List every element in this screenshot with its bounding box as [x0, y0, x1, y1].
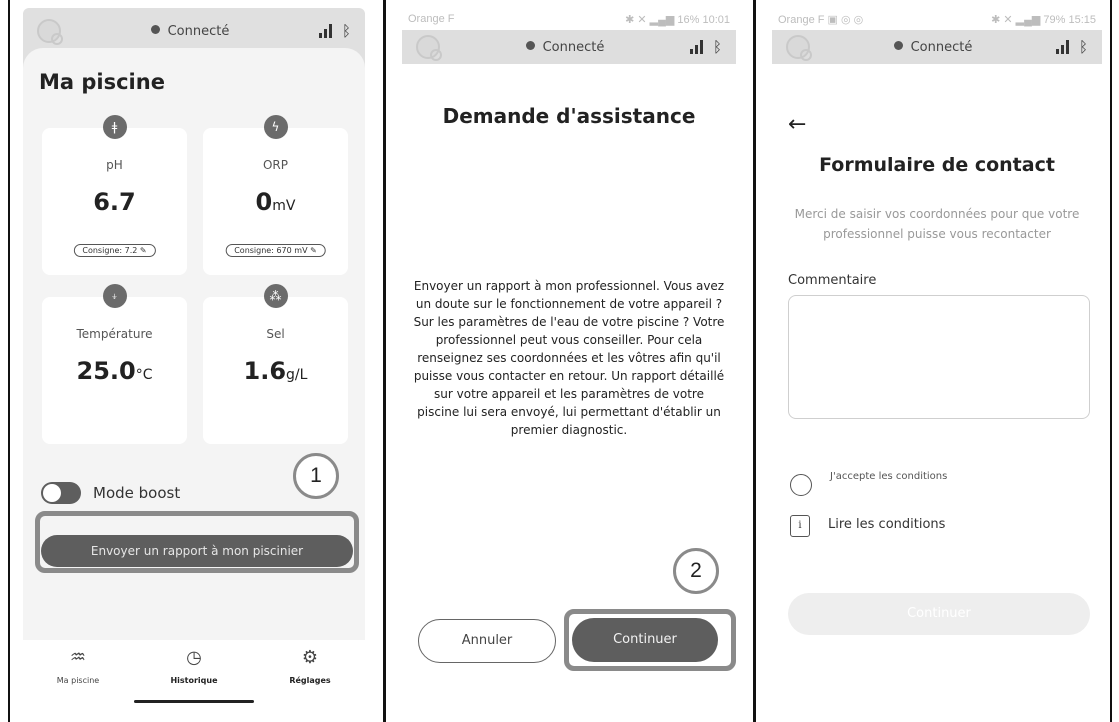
metric-unit: g/L: [286, 367, 308, 383]
bluetooth-icon: ᛒ: [341, 22, 351, 40]
continue-button[interactable]: Continuer: [788, 593, 1090, 635]
battery-time: ✱ ✕ ▂▄▆ 79% 15:15: [991, 13, 1096, 26]
thermometer-probe-icon: ǂ: [102, 115, 127, 139]
signal-icon: [689, 40, 703, 54]
setpoint-label: Consigne: 670 mV: [234, 246, 308, 255]
tab-label: Ma piscine: [56, 676, 100, 685]
home-indicator[interactable]: [134, 700, 254, 703]
thermometer-icon: ⍖: [102, 284, 127, 308]
metric-unit: °C: [135, 367, 153, 383]
page-subtitle: Merci de saisir vos coordonnées pour que…: [794, 207, 1080, 241]
send-report-button[interactable]: Envoyer un rapport à mon piscinier: [41, 535, 353, 567]
metric-value: 1.6g/L: [203, 357, 348, 385]
os-status-bar: Orange F ▣ ◎ ◎ ✱ ✕ ▂▄▆ 79% 15:15: [772, 8, 1102, 30]
notification-icons: ▣ ◎ ◎: [827, 13, 864, 26]
page-title: Formulaire de contact: [819, 154, 1055, 176]
metric-number: 1.6: [243, 357, 287, 385]
connection-status: Connecté: [61, 24, 319, 39]
status-icons: ✱ ✕ ▂▄▆: [625, 13, 678, 26]
carrier-label: Orange F: [408, 13, 455, 25]
metric-number: 6.7: [93, 188, 136, 216]
tab-label: Réglages: [289, 676, 331, 685]
connection-status: Connecté: [440, 40, 690, 55]
callout-badge-2: 2: [673, 548, 719, 594]
app-logo-icon: [37, 19, 63, 45]
connection-label: Connecté: [542, 39, 605, 55]
battery-time-label: 79% 15:15: [1043, 13, 1096, 26]
connected-dot-icon: [150, 24, 160, 34]
page-title: Ma piscine: [39, 70, 165, 94]
connected-dot-icon: [893, 40, 903, 50]
app-logo-icon: [786, 35, 812, 61]
tab-history[interactable]: ◷ Historique: [139, 646, 249, 685]
metric-card-ph[interactable]: ǂ pH 6.7 Consigne: 7.2 ✎: [42, 115, 187, 275]
panel-assistance-request: Orange F ✱ ✕ ▂▄▆ 16% 10:01 Connecté ᛒ De…: [402, 8, 736, 708]
metric-value: 25.0°C: [42, 357, 187, 385]
metric-card-orp[interactable]: ϟ ORP 0mV Consigne: 670 mV ✎: [203, 115, 348, 275]
pool-ladder-icon: ♒: [69, 647, 87, 668]
connected-dot-icon: [525, 40, 535, 50]
boost-label: Mode boost: [93, 484, 181, 502]
callout-badge-1: 1: [293, 453, 339, 499]
app-status-bar: Connecté ᛒ: [772, 30, 1102, 64]
app-logo-icon: [416, 35, 442, 61]
metric-value: 0mV: [203, 188, 348, 216]
signal-icon: [318, 24, 332, 38]
pool-content: Ma piscine ǂ pH 6.7 Consigne: 7.2 ✎ ϟ OR…: [23, 48, 365, 648]
pencil-icon: ✎: [139, 246, 147, 255]
salt-icon: ⁂: [263, 284, 288, 308]
metric-number: 0: [255, 188, 273, 216]
gear-icon: ⚙: [301, 647, 319, 668]
status-icons: ✱ ✕ ▂▄▆: [991, 13, 1044, 26]
cancel-button[interactable]: Annuler: [418, 619, 556, 663]
metric-unit: mV: [272, 198, 296, 214]
connection-status: Connecté: [810, 40, 1056, 55]
metric-card-temperature[interactable]: ⍖ Température 25.0°C: [42, 284, 187, 444]
metric-label: Sel: [266, 327, 285, 341]
tab-settings[interactable]: ⚙ Réglages: [255, 646, 365, 685]
metric-value: 6.7: [42, 188, 187, 216]
boost-toggle[interactable]: [41, 482, 81, 504]
carrier-label: Orange F ▣ ◎ ◎: [778, 13, 991, 26]
bottom-tab-bar: ♒ Ma piscine ◷ Historique ⚙ Réglages: [23, 640, 365, 708]
metric-label: pH: [106, 158, 123, 172]
clock-icon: ◷: [186, 647, 202, 668]
assistance-description: Envoyer un rapport à mon professionnel. …: [413, 279, 725, 437]
panel-my-pool: Connecté ᛒ Ma piscine ǂ pH 6.7 Consigne:…: [23, 8, 365, 708]
back-arrow-icon[interactable]: ←: [788, 112, 806, 137]
read-conditions-link[interactable]: Lire les conditions: [828, 517, 945, 532]
panel-contact-form: Orange F ▣ ◎ ◎ ✱ ✕ ▂▄▆ 79% 15:15 Connect…: [772, 8, 1102, 708]
accept-conditions-radio[interactable]: [790, 474, 812, 496]
carrier-name: Orange F: [778, 13, 825, 26]
os-status-bar: Orange F ✱ ✕ ▂▄▆ 16% 10:01: [402, 8, 736, 30]
bluetooth-icon: ᛒ: [1078, 38, 1088, 56]
bluetooth-icon: ᛒ: [712, 38, 722, 56]
comment-label: Commentaire: [788, 273, 877, 288]
accept-conditions-label[interactable]: J'accepte les conditions: [830, 471, 947, 482]
app-status-bar: Connecté ᛒ: [402, 30, 736, 64]
metric-card-salt[interactable]: ⁂ Sel 1.6g/L: [203, 284, 348, 444]
setpoint-chip[interactable]: Consigne: 7.2 ✎: [73, 244, 156, 257]
signal-icon: [1055, 40, 1069, 54]
connection-label: Connecté: [910, 39, 973, 55]
panel-divider: [753, 0, 756, 722]
orp-drop-icon: ϟ: [263, 115, 288, 139]
panel-divider: [383, 0, 386, 722]
pencil-icon: ✎: [310, 246, 317, 255]
info-icon[interactable]: i: [790, 515, 810, 537]
metric-number: 25.0: [76, 357, 136, 385]
metric-label: Température: [76, 327, 153, 341]
page-title: Demande d'assistance: [442, 104, 696, 128]
battery-time: ✱ ✕ ▂▄▆ 16% 10:01: [625, 13, 730, 26]
battery-time-label: 16% 10:01: [677, 13, 730, 26]
comment-field[interactable]: [788, 295, 1090, 419]
connection-label: Connecté: [167, 23, 230, 39]
continue-button[interactable]: Continuer: [572, 618, 718, 662]
setpoint-chip[interactable]: Consigne: 670 mV ✎: [225, 244, 326, 257]
tab-my-pool[interactable]: ♒ Ma piscine: [23, 646, 133, 685]
setpoint-label: Consigne: 7.2: [82, 246, 138, 255]
metric-label: ORP: [262, 158, 289, 172]
tab-label: Historique: [170, 676, 218, 685]
